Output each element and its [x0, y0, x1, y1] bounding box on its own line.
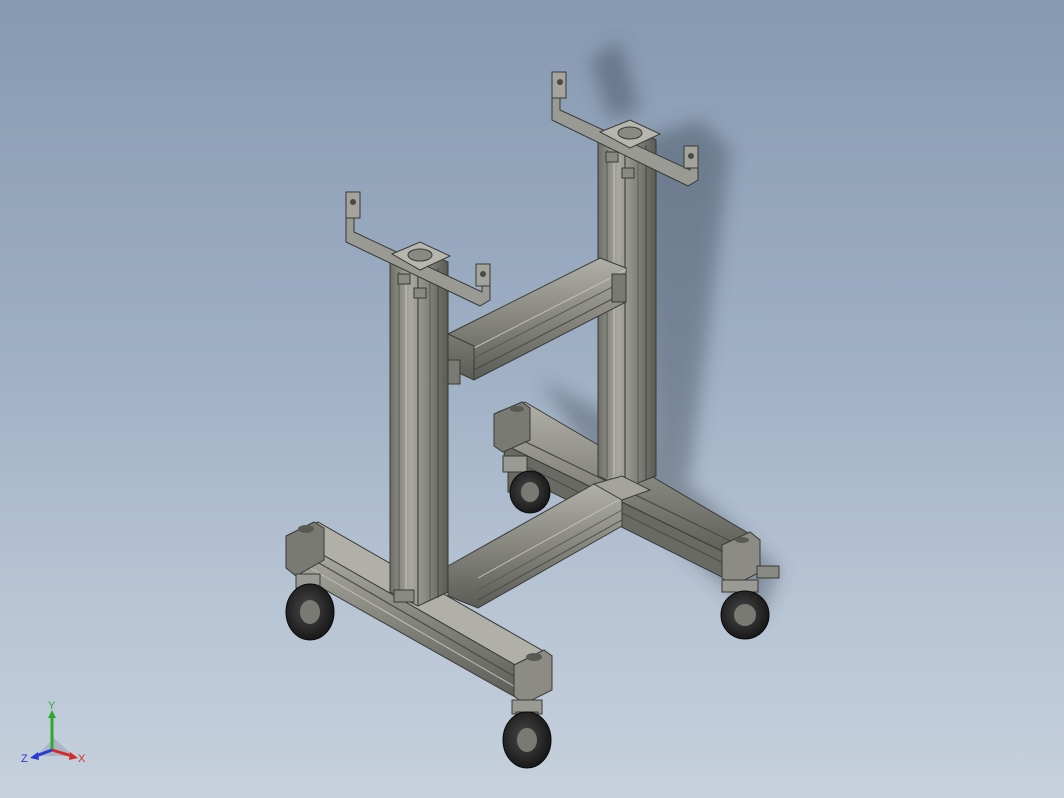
cart-frame-model[interactable]: [0, 0, 1064, 798]
y-axis-label: Y: [48, 700, 56, 712]
3d-viewport[interactable]: Y X Z: [0, 0, 1064, 798]
orientation-triad: Y X Z: [21, 700, 86, 765]
front-upright-column: [389, 249, 449, 607]
front-top-bracket: [345, 191, 491, 307]
z-axis-label: Z: [21, 753, 28, 765]
x-axis-label: X: [78, 753, 86, 765]
front-right-caster: [502, 699, 552, 769]
